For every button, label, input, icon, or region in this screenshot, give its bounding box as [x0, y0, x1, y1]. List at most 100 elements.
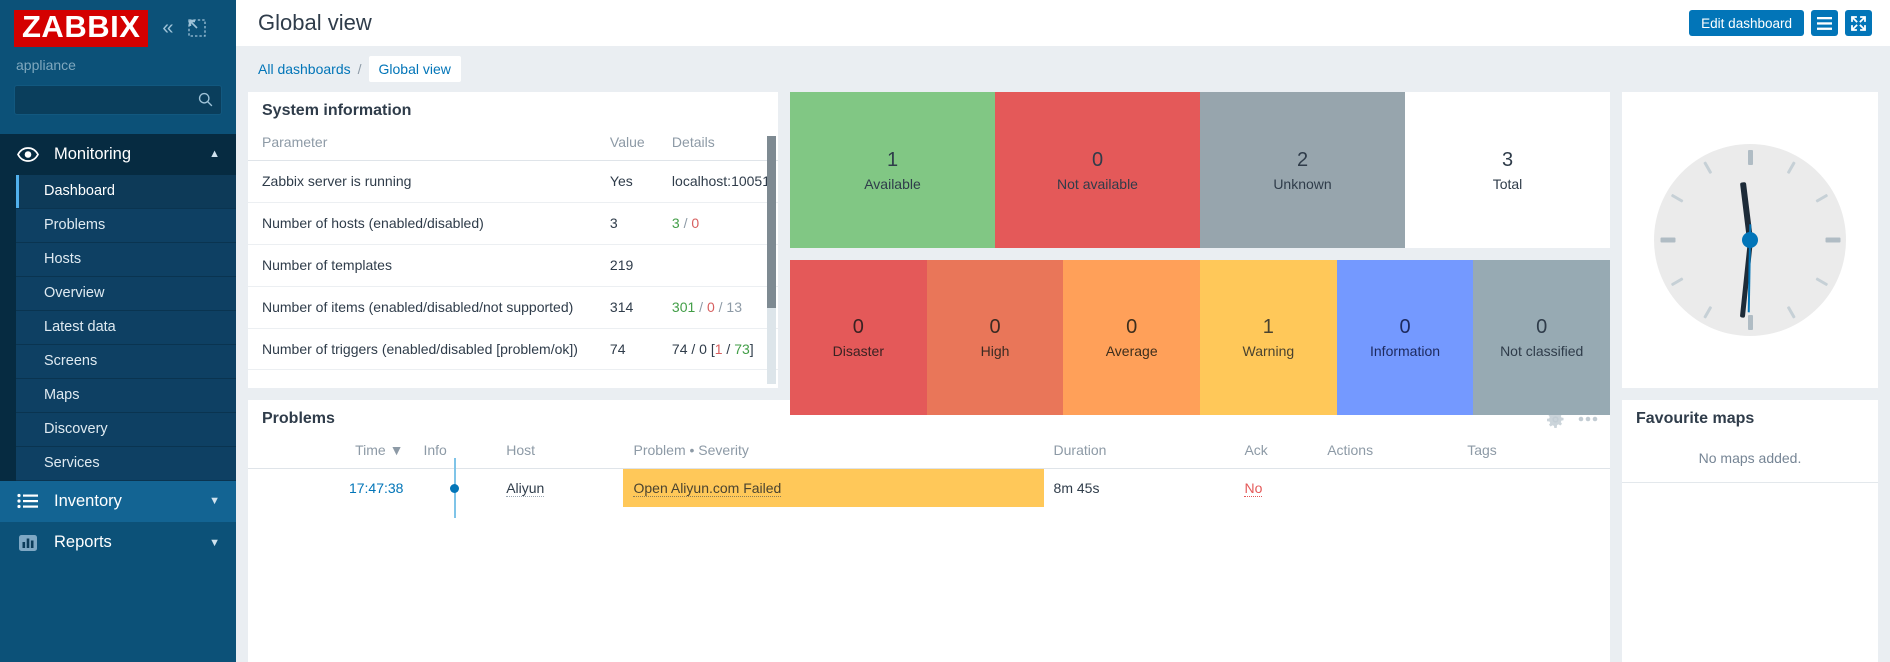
detail-part: / [679, 214, 692, 231]
cell-value: 74 [595, 328, 658, 371]
detail-part: / [695, 298, 707, 315]
tile-label: Average [1105, 343, 1158, 359]
col-actions[interactable]: Actions [1317, 436, 1458, 469]
sidebar-menu: Monitoring ▲ Dashboard Problems Hosts Ov… [0, 133, 236, 662]
cell-tags [1457, 469, 1610, 508]
clock-tick [1670, 277, 1684, 287]
favourite-maps-widget: Favourite maps No maps added. [1622, 400, 1878, 662]
tile-count: 0 [1536, 316, 1548, 338]
host-availability-tile[interactable]: 3 Total [1405, 92, 1610, 248]
host-link[interactable]: Aliyun [506, 480, 545, 497]
sidebar-group-label-monitoring: Monitoring [54, 144, 132, 163]
table-row: Number of hosts (enabled/disabled) 3 3 / 0 [248, 202, 778, 245]
chevron-up-icon[interactable]: ▲ [209, 148, 220, 160]
sidebar-item-dashboard[interactable]: Dashboard [16, 174, 236, 209]
cell-value: 314 [595, 286, 658, 329]
chevron-down-icon[interactable]: ▼ [209, 537, 220, 549]
edit-dashboard-button[interactable]: Edit dashboard [1689, 10, 1804, 36]
tile-count: 1 [886, 148, 899, 171]
cell-value: 3 [595, 202, 658, 245]
dashboard-column-right: Favourite maps No maps added. [1622, 92, 1878, 662]
list-icon [16, 493, 40, 509]
col-tags[interactable]: Tags [1457, 436, 1610, 469]
col-problem-severity[interactable]: Problem • Severity [623, 436, 1044, 469]
cell-details: 74 / 0 [1 / 73] [657, 328, 778, 371]
cell-problem: Open Aliyun.com Failed [623, 468, 1044, 507]
cell-parameter: Number of items (enabled/disabled/not su… [248, 286, 596, 329]
severity-tile[interactable]: 1 Warning [1200, 260, 1337, 415]
host-availability-tile[interactable]: 2 Unknown [1200, 92, 1405, 248]
system-information-table: Parameter Value Details Zabbix server is… [248, 128, 778, 380]
chevron-down-icon[interactable]: ▼ [209, 495, 220, 507]
sidebar-item-discovery[interactable]: Discovery [16, 412, 236, 447]
sidebar-item-label: Screens [44, 353, 98, 370]
col-time[interactable]: Time ▼ [248, 436, 414, 469]
tile-label: Not available [1057, 175, 1138, 192]
tile-count: 0 [1399, 316, 1411, 338]
cell-details: 3 / 0 [657, 202, 778, 245]
problem-time-link[interactable]: 17:47:38 [349, 480, 404, 496]
severity-tile[interactable]: 0 Disaster [790, 260, 927, 415]
table-row: Number of triggers (enabled/disabled [pr… [248, 328, 778, 371]
clock-tick [1825, 237, 1840, 243]
sidebar-item-maps[interactable]: Maps [16, 378, 236, 413]
sidebar-item-label: Services [44, 455, 100, 472]
breadcrumb-current[interactable]: Global view [368, 56, 461, 82]
tile-label: Information [1370, 343, 1441, 359]
cell-actions [1317, 469, 1457, 508]
cell-ack: No [1234, 469, 1317, 508]
col-duration[interactable]: Duration [1043, 436, 1235, 469]
host-availability-tile[interactable]: 0 Not available [995, 92, 1200, 248]
search-input[interactable] [14, 84, 222, 115]
server-name-label: appliance [16, 56, 76, 73]
sidebar-item-screens[interactable]: Screens [16, 344, 236, 379]
fullscreen-icon[interactable] [1845, 10, 1872, 36]
sidebar-item-latest-data[interactable]: Latest data [16, 310, 236, 345]
clock-tick [1702, 305, 1712, 319]
hamburger-menu-icon[interactable] [1811, 10, 1838, 36]
severity-tile[interactable]: 0 Average [1063, 260, 1201, 415]
tile-label: Warning [1242, 343, 1295, 359]
ack-link[interactable]: No [1244, 480, 1263, 497]
chevrons-left-icon[interactable]: « [162, 18, 173, 38]
severity-tile[interactable]: 0 High [926, 260, 1064, 415]
problem-link[interactable]: Open Aliyun.com Failed [633, 480, 782, 497]
widget-scrollbar[interactable] [767, 136, 776, 384]
app-root: ZABBIX « appliance Monitoring ▲ Dashboar… [0, 0, 1890, 662]
sidebar-search [14, 84, 222, 115]
zabbix-logo[interactable]: ZABBIX [14, 10, 149, 47]
table-row: Zabbix server is running Yes localhost:100… [248, 160, 778, 203]
cell-time: 17:47:38 [248, 469, 413, 508]
sidebar-item-overview[interactable]: Overview [16, 276, 236, 311]
tile-label: Unknown [1273, 175, 1332, 192]
sidebar-item-services[interactable]: Services [16, 446, 236, 481]
scrollbar-thumb[interactable] [767, 136, 776, 308]
table-row: 17:47:38 Aliyun Open Aliyun.com Failed 8m 4… [248, 458, 1610, 518]
sidebar-item-hosts[interactable]: Hosts [16, 242, 236, 277]
ellipsis-icon[interactable] [1578, 416, 1598, 422]
detail-part: 0 [691, 214, 700, 231]
system-information-header: System information [248, 92, 778, 128]
col-ack[interactable]: Ack [1234, 436, 1318, 469]
col-host[interactable]: Host [496, 436, 624, 469]
table-body: 17:47:38 Aliyun Open Aliyun.com Failed 8m 4… [248, 458, 1610, 518]
clock-tick [1786, 305, 1796, 319]
severity-tile[interactable]: 0 Not classified [1473, 260, 1611, 415]
sidebar-group-inventory[interactable]: Inventory ▼ [0, 480, 236, 522]
favourite-maps-header: Favourite maps [1622, 400, 1878, 436]
breadcrumb-all-dashboards[interactable]: All dashboards [258, 61, 351, 77]
sidebar-item-problems[interactable]: Problems [16, 208, 236, 243]
tile-count: 2 [1296, 148, 1309, 171]
severity-tile[interactable]: 0 Information [1336, 260, 1474, 415]
sidebar-group-reports[interactable]: Reports ▼ [0, 522, 236, 564]
system-information-widget: System information Parameter Value Detai… [248, 92, 778, 388]
clock-tick [1786, 161, 1796, 175]
tile-count: 3 [1501, 148, 1514, 171]
sidebar-item-label: Problems [44, 217, 106, 234]
breadcrumb: All dashboards / Global view [236, 46, 1890, 92]
table-header-row: Parameter Value Details [248, 128, 778, 161]
collapse-sidebar-icon[interactable] [187, 19, 206, 37]
host-availability-tile[interactable]: 1 Available [790, 92, 995, 248]
sidebar-group-monitoring[interactable]: Monitoring ▲ [0, 133, 236, 175]
table-row: Number of items (enabled/disabled/not su… [248, 286, 778, 329]
